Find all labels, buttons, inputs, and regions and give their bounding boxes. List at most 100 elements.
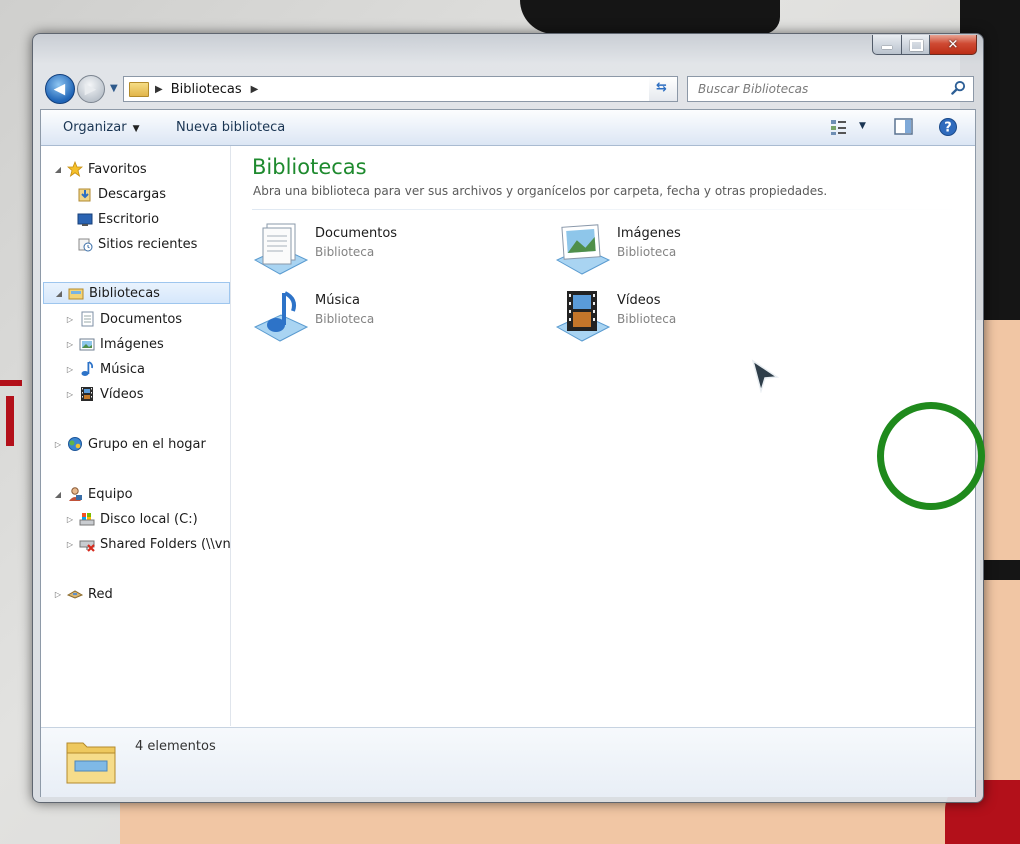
desktop-icon [77, 213, 93, 226]
recent-pages-dropdown[interactable]: ▼ [110, 83, 118, 94]
page-description: Abra una biblioteca para ver sus archivo… [253, 184, 828, 198]
libraries-folder-icon [66, 742, 116, 784]
search-icon[interactable] [951, 80, 966, 95]
search-box[interactable] [687, 76, 974, 102]
expand-arrow-icon[interactable]: ▷ [63, 390, 77, 399]
library-type: Biblioteca [315, 312, 375, 326]
star-icon [67, 161, 83, 177]
chevron-down-icon: ▼ [132, 124, 140, 134]
navigation-pane: ◢ Favoritos Descargas Escritorio Sitios … [41, 146, 231, 726]
collapse-arrow-icon[interactable]: ◢ [51, 165, 65, 174]
nav-item-musica[interactable]: ▷ Música [63, 358, 145, 380]
nav-item-shared-folders[interactable]: ▷ Shared Folders (\\vn [63, 533, 230, 555]
library-name: Música [315, 293, 360, 308]
nav-computer-label: Equipo [88, 486, 133, 502]
maximize-icon [910, 40, 923, 51]
nav-item-label: Vídeos [100, 386, 144, 402]
nav-item-imagenes[interactable]: ▷ Imágenes [63, 333, 164, 355]
item-count: 4 elementos [135, 739, 216, 754]
help-icon[interactable]: ? [937, 117, 959, 137]
homegroup-icon [68, 437, 82, 451]
address-bar[interactable]: ▶ Bibliotecas ▶ ▼ [123, 76, 668, 102]
collapse-arrow-icon[interactable]: ◢ [51, 490, 65, 499]
close-button[interactable]: ✕ [930, 35, 977, 55]
breadcrumb-bibliotecas[interactable]: Bibliotecas [171, 82, 242, 97]
expand-arrow-icon[interactable]: ▷ [63, 340, 77, 349]
network-icon [67, 590, 83, 599]
change-view-icon[interactable] [829, 117, 851, 137]
nav-libraries[interactable]: ◢ Bibliotecas [43, 282, 230, 304]
collapse-arrow-icon[interactable]: ◢ [52, 289, 66, 298]
header-divider [252, 209, 962, 210]
disconnected-network-drive-icon [79, 540, 95, 552]
music-library-icon [253, 291, 309, 342]
maximize-button[interactable] [902, 35, 930, 55]
expand-arrow-icon[interactable]: ▷ [51, 440, 65, 449]
svg-text:?: ? [944, 121, 952, 136]
nav-item-sitios-recientes[interactable]: Sitios recientes [75, 233, 197, 255]
library-type: Biblioteca [617, 245, 677, 259]
minimize-button[interactable] [872, 35, 902, 55]
nav-libraries-label: Bibliotecas [89, 285, 160, 301]
nav-homegroup-label: Grupo en el hogar [88, 436, 206, 452]
computer-user-icon [69, 487, 82, 501]
breadcrumb-separator-icon[interactable]: ▶ [155, 84, 163, 95]
videos-library-icon [555, 291, 611, 342]
library-folder-icon [129, 81, 149, 97]
film-strip-icon [81, 387, 93, 401]
expand-arrow-icon[interactable]: ▷ [63, 315, 77, 324]
library-type: Biblioteca [617, 312, 677, 326]
pictures-library-icon [555, 224, 611, 275]
nav-item-descargas[interactable]: Descargas [75, 183, 166, 205]
refresh-button[interactable]: ⇆ [649, 76, 678, 102]
nav-item-label: Música [100, 361, 145, 377]
library-tile-musica[interactable]: Música Biblioteca [251, 287, 531, 347]
mouse-pointer-icon [751, 359, 780, 393]
library-folder-icon [68, 288, 84, 300]
breadcrumb-separator-icon[interactable]: ▶ [251, 84, 259, 95]
nav-item-local-disk[interactable]: ▷ Disco local (C:) [63, 508, 198, 530]
nav-favorites-label: Favoritos [88, 161, 147, 177]
expand-arrow-icon[interactable]: ▷ [63, 515, 77, 524]
nav-item-label: Escritorio [98, 211, 160, 227]
nav-item-label: Sitios recientes [98, 236, 198, 252]
refresh-icon: ⇆ [656, 80, 667, 95]
expand-arrow-icon[interactable]: ▷ [51, 590, 65, 599]
music-note-icon [81, 361, 94, 376]
nav-network[interactable]: ▷ Red [51, 583, 113, 605]
view-options-dropdown[interactable]: ▼ [859, 121, 866, 131]
library-name: Documentos [315, 226, 398, 241]
new-library-button[interactable]: Nueva biblioteca [176, 120, 285, 135]
expand-arrow-icon[interactable]: ▷ [63, 365, 77, 374]
nav-item-escritorio[interactable]: Escritorio [75, 208, 159, 230]
forward-button[interactable]: ▶ [77, 75, 105, 103]
nav-homegroup[interactable]: ▷ Grupo en el hogar [51, 433, 206, 455]
library-name: Imágenes [617, 226, 681, 241]
back-button[interactable]: ◀ [45, 74, 75, 104]
organize-button[interactable]: Organizar ▼ [63, 120, 139, 135]
documents-library-icon [253, 223, 309, 275]
nav-item-videos[interactable]: ▷ Vídeos [63, 383, 144, 405]
pictures-icon [79, 338, 95, 351]
content-pane: Bibliotecas Abra una biblioteca para ver… [231, 146, 975, 726]
forward-arrow-icon: ▶ [84, 79, 97, 98]
library-name: Vídeos [617, 293, 661, 308]
navigation-bar: ◀ ▶ ▼ ▶ Bibliotecas ▶ ▼ ⇆ [43, 74, 974, 104]
nav-favorites[interactable]: ◢ Favoritos [51, 158, 147, 180]
search-input[interactable] [696, 81, 940, 97]
close-icon: ✕ [947, 37, 959, 52]
nav-computer[interactable]: ◢ Equipo [51, 483, 133, 505]
library-tile-imagenes[interactable]: Imágenes Biblioteca [553, 220, 833, 280]
explorer-window: ✕ ◀ ▶ ▼ ▶ Bibliotecas ▶ ▼ ⇆ Organizar ▼ N… [32, 33, 984, 803]
expand-arrow-icon[interactable]: ▷ [63, 540, 77, 549]
nav-item-documentos[interactable]: ▷ Documentos [63, 308, 182, 330]
nav-item-label: Disco local (C:) [100, 511, 198, 527]
nav-item-label: Imágenes [100, 336, 164, 352]
nav-item-label: Descargas [98, 186, 167, 202]
library-tile-documentos[interactable]: Documentos Biblioteca [251, 220, 531, 280]
click-highlight-ring [877, 402, 985, 510]
preview-pane-icon[interactable] [893, 117, 915, 137]
library-tile-videos[interactable]: Vídeos Biblioteca [553, 287, 833, 347]
caption-buttons: ✕ [872, 35, 977, 55]
back-arrow-icon: ◀ [53, 79, 66, 98]
